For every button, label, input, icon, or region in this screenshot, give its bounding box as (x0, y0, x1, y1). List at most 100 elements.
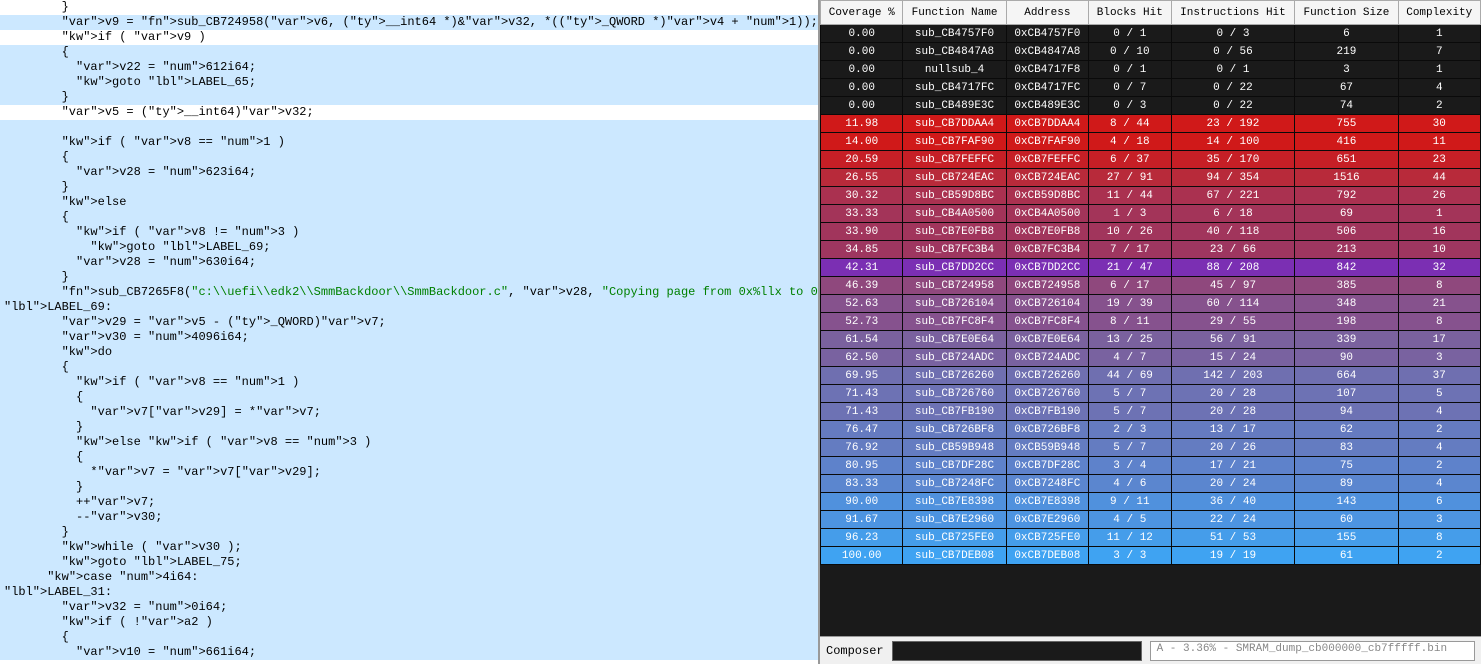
code-line[interactable]: } (0, 0, 818, 15)
code-line[interactable]: { (0, 210, 818, 225)
table-row[interactable]: 33.90sub_CB7E0FB80xCB7E0FB810 / 2640 / 1… (821, 223, 1481, 241)
table-row[interactable]: 91.67sub_CB7E29600xCB7E29604 / 522 / 246… (821, 511, 1481, 529)
table-row[interactable]: 90.00sub_CB7E83980xCB7E83989 / 1136 / 40… (821, 493, 1481, 511)
code-line[interactable]: "lbl">LABEL_69: (0, 300, 818, 315)
col-header[interactable]: Address (1006, 1, 1088, 25)
code-line[interactable]: "var">v10 = "num">661i64; (0, 645, 818, 660)
table-row[interactable]: 20.59sub_CB7FEFFC0xCB7FEFFC6 / 3735 / 17… (821, 151, 1481, 169)
table-row[interactable]: 0.00nullsub_40xCB4717F80 / 10 / 131 (821, 61, 1481, 79)
code-line[interactable]: } (0, 420, 818, 435)
table-row[interactable]: 52.73sub_CB7FC8F40xCB7FC8F48 / 1129 / 55… (821, 313, 1481, 331)
code-line[interactable]: "var">v7["var">v29] = *"var">v7; (0, 405, 818, 420)
code-line[interactable]: "var">v28 = "num">623i64; (0, 165, 818, 180)
composer-input[interactable] (892, 641, 1142, 661)
code-line[interactable]: "kw">if ( !"var">a2 ) (0, 615, 818, 630)
table-row[interactable]: 33.33sub_CB4A05000xCB4A05001 / 36 / 1869… (821, 205, 1481, 223)
table-row[interactable]: 80.95sub_CB7DF28C0xCB7DF28C3 / 417 / 217… (821, 457, 1481, 475)
code-line[interactable]: { (0, 45, 818, 60)
table-cell: 5 / 7 (1089, 439, 1171, 457)
table-row[interactable]: 61.54sub_CB7E0E640xCB7E0E6413 / 2556 / 9… (821, 331, 1481, 349)
table-row[interactable]: 0.00sub_CB4717FC0xCB4717FC0 / 70 / 22674 (821, 79, 1481, 97)
code-line[interactable]: --"var">v30; (0, 510, 818, 525)
code-line[interactable]: "lbl">LABEL_31: (0, 585, 818, 600)
table-row[interactable]: 96.23sub_CB725FE00xCB725FE011 / 1251 / 5… (821, 529, 1481, 547)
col-header[interactable]: Complexity (1398, 1, 1481, 25)
code-line[interactable]: "kw">if ( "var">v8 != "num">3 ) (0, 225, 818, 240)
code-line[interactable]: } (0, 90, 818, 105)
col-header[interactable]: Function Size (1295, 1, 1398, 25)
code-line[interactable]: "kw">else (0, 195, 818, 210)
table-row[interactable]: 83.33sub_CB7248FC0xCB7248FC4 / 620 / 248… (821, 475, 1481, 493)
coverage-pane: Coverage %Function NameAddressBlocks Hit… (818, 0, 1481, 664)
table-row[interactable]: 0.00sub_CB4757F00xCB4757F00 / 10 / 361 (821, 25, 1481, 43)
code-line[interactable]: "var">v30 = "num">4096i64; (0, 330, 818, 345)
table-row[interactable]: 71.43sub_CB7FB1900xCB7FB1905 / 720 / 289… (821, 403, 1481, 421)
code-line[interactable]: "var">v22 = "num">612i64; (0, 60, 818, 75)
code-line[interactable]: "kw">do (0, 345, 818, 360)
code-line[interactable]: { (0, 450, 818, 465)
code-line[interactable]: "kw">case "num">4i64: (0, 570, 818, 585)
table-row[interactable]: 71.43sub_CB7267600xCB7267605 / 720 / 281… (821, 385, 1481, 403)
table-cell: 61.54 (821, 331, 903, 349)
code-line[interactable]: ++"var">v7; (0, 495, 818, 510)
table-cell: 8 / 44 (1089, 115, 1171, 133)
col-header[interactable]: Instructions Hit (1171, 1, 1295, 25)
code-line[interactable]: } (0, 480, 818, 495)
code-line[interactable]: "kw">if ( "var">v8 == "num">1 ) (0, 135, 818, 150)
table-cell: 46.39 (821, 277, 903, 295)
table-row[interactable]: 14.00sub_CB7FAF900xCB7FAF904 / 1814 / 10… (821, 133, 1481, 151)
code-line[interactable]: "kw">goto "lbl">LABEL_69; (0, 240, 818, 255)
code-line[interactable]: *"var">v7 = "var">v7["var">v29]; (0, 465, 818, 480)
table-cell: 0xCB7FAF90 (1006, 133, 1088, 151)
code-line[interactable]: "kw">if ( "var">v9 ) (0, 30, 818, 45)
table-row[interactable]: 76.47sub_CB726BF80xCB726BF82 / 313 / 176… (821, 421, 1481, 439)
code-line[interactable]: { (0, 630, 818, 645)
code-line[interactable]: "kw">if ( "var">v8 == "num">1 ) (0, 375, 818, 390)
table-cell: 83.33 (821, 475, 903, 493)
table-row[interactable]: 0.00sub_CB4847A80xCB4847A80 / 100 / 5621… (821, 43, 1481, 61)
code-line[interactable]: "fn">sub_CB7265F8("c:\\uefi\\edk2\\SmmBa… (0, 285, 818, 300)
code-line[interactable]: "kw">goto "lbl">LABEL_65; (0, 75, 818, 90)
code-line[interactable]: "var">v5 = ("ty">__int64)"var">v32; (0, 105, 818, 120)
col-header[interactable]: Coverage % (821, 1, 903, 25)
table-row[interactable]: 76.92sub_CB59B9480xCB59B9485 / 720 / 268… (821, 439, 1481, 457)
table-cell: 8 (1398, 313, 1481, 331)
table-cell: 74 (1295, 97, 1398, 115)
code-line[interactable] (0, 120, 818, 135)
code-line[interactable]: } (0, 180, 818, 195)
code-line[interactable]: "var">v32 = "num">0i64; (0, 600, 818, 615)
code-line[interactable]: } (0, 525, 818, 540)
code-line[interactable]: } (0, 270, 818, 285)
table-cell: 1 (1398, 25, 1481, 43)
table-row[interactable]: 42.31sub_CB7DD2CC0xCB7DD2CC21 / 4788 / 2… (821, 259, 1481, 277)
code-line[interactable]: "var">v9 = "fn">sub_CB724958("var">v6, (… (0, 15, 818, 30)
col-header[interactable]: Function Name (903, 1, 1006, 25)
code-line[interactable]: { (0, 390, 818, 405)
table-cell: sub_CB724958 (903, 277, 1006, 295)
code-line[interactable]: { (0, 150, 818, 165)
table-row[interactable]: 52.63sub_CB7261040xCB72610419 / 3960 / 1… (821, 295, 1481, 313)
table-cell: 80.95 (821, 457, 903, 475)
table-cell: 0xCB726260 (1006, 367, 1088, 385)
table-row[interactable]: 26.55sub_CB724EAC0xCB724EAC27 / 9194 / 3… (821, 169, 1481, 187)
code-line[interactable]: { (0, 360, 818, 375)
table-row[interactable]: 0.00sub_CB489E3C0xCB489E3C0 / 30 / 22742 (821, 97, 1481, 115)
col-header[interactable]: Blocks Hit (1089, 1, 1171, 25)
table-cell: 34.85 (821, 241, 903, 259)
table-row[interactable]: 69.95sub_CB7262600xCB72626044 / 69142 / … (821, 367, 1481, 385)
coverage-table[interactable]: Coverage %Function NameAddressBlocks Hit… (820, 0, 1481, 565)
code-line[interactable]: "kw">while ( "var">v30 ); (0, 540, 818, 555)
code-line[interactable]: "var">v29 = "var">v5 - ("ty">_QWORD)"var… (0, 315, 818, 330)
table-row[interactable]: 100.00sub_CB7DEB080xCB7DEB083 / 319 / 19… (821, 547, 1481, 565)
table-cell: 0xCB7FC8F4 (1006, 313, 1088, 331)
table-row[interactable]: 34.85sub_CB7FC3B40xCB7FC3B47 / 1723 / 66… (821, 241, 1481, 259)
table-row[interactable]: 30.32sub_CB59D8BC0xCB59D8BC11 / 4467 / 2… (821, 187, 1481, 205)
table-cell: 0xCB724958 (1006, 277, 1088, 295)
code-line[interactable]: "var">v28 = "num">630i64; (0, 255, 818, 270)
code-line[interactable]: "kw">else "kw">if ( "var">v8 == "num">3 … (0, 435, 818, 450)
code-line[interactable]: "kw">goto "lbl">LABEL_75; (0, 555, 818, 570)
table-cell: sub_CB7FEFFC (903, 151, 1006, 169)
table-row[interactable]: 11.98sub_CB7DDAA40xCB7DDAA48 / 4423 / 19… (821, 115, 1481, 133)
table-row[interactable]: 46.39sub_CB7249580xCB7249586 / 1745 / 97… (821, 277, 1481, 295)
table-row[interactable]: 62.50sub_CB724ADC0xCB724ADC4 / 715 / 249… (821, 349, 1481, 367)
